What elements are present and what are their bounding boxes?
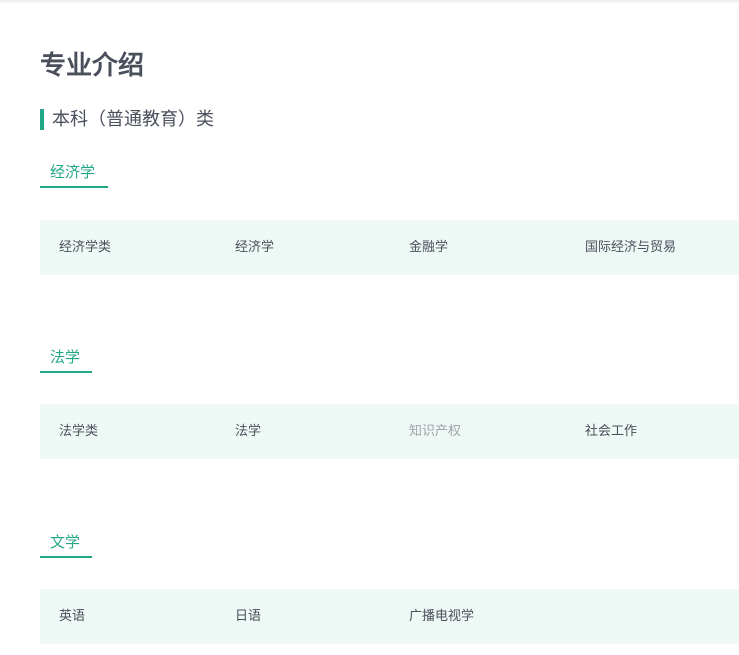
major-link[interactable]: 法学: [235, 404, 261, 459]
section-tab-literature[interactable]: 文学: [40, 528, 92, 558]
major-label-disabled: 知识产权: [409, 424, 462, 439]
section-tab-economics[interactable]: 经济学: [40, 158, 108, 188]
major-link[interactable]: 经济学类: [59, 220, 111, 275]
major-link[interactable]: 日语: [235, 589, 261, 644]
major-link[interactable]: 法学类: [59, 404, 98, 459]
major-link[interactable]: 社会工作: [585, 404, 637, 459]
major-link[interactable]: 经济学: [235, 220, 274, 275]
top-divider: [0, 0, 739, 4]
major-row-economics: 经济学类 经济学 金融学 国际经济与贸易: [40, 220, 739, 275]
page-title: 专业介绍: [40, 51, 145, 81]
major-row-law: 法学类 法学 知识产权 社会工作: [40, 404, 739, 459]
major-link[interactable]: 国际经济与贸易: [585, 220, 676, 275]
major-link[interactable]: 英语: [59, 589, 85, 644]
category-heading: 本科（普通教育）类: [40, 109, 214, 130]
major-row-literature: 英语 日语 广播电视学: [40, 589, 739, 644]
major-link[interactable]: 金融学: [409, 220, 448, 275]
section-tab-law[interactable]: 法学: [40, 343, 92, 373]
major-link[interactable]: 广播电视学: [409, 589, 474, 644]
page: 专业介绍 本科（普通教育）类 经济学 经济学类 经济学 金融学 国际经济与贸易 …: [0, 0, 739, 655]
